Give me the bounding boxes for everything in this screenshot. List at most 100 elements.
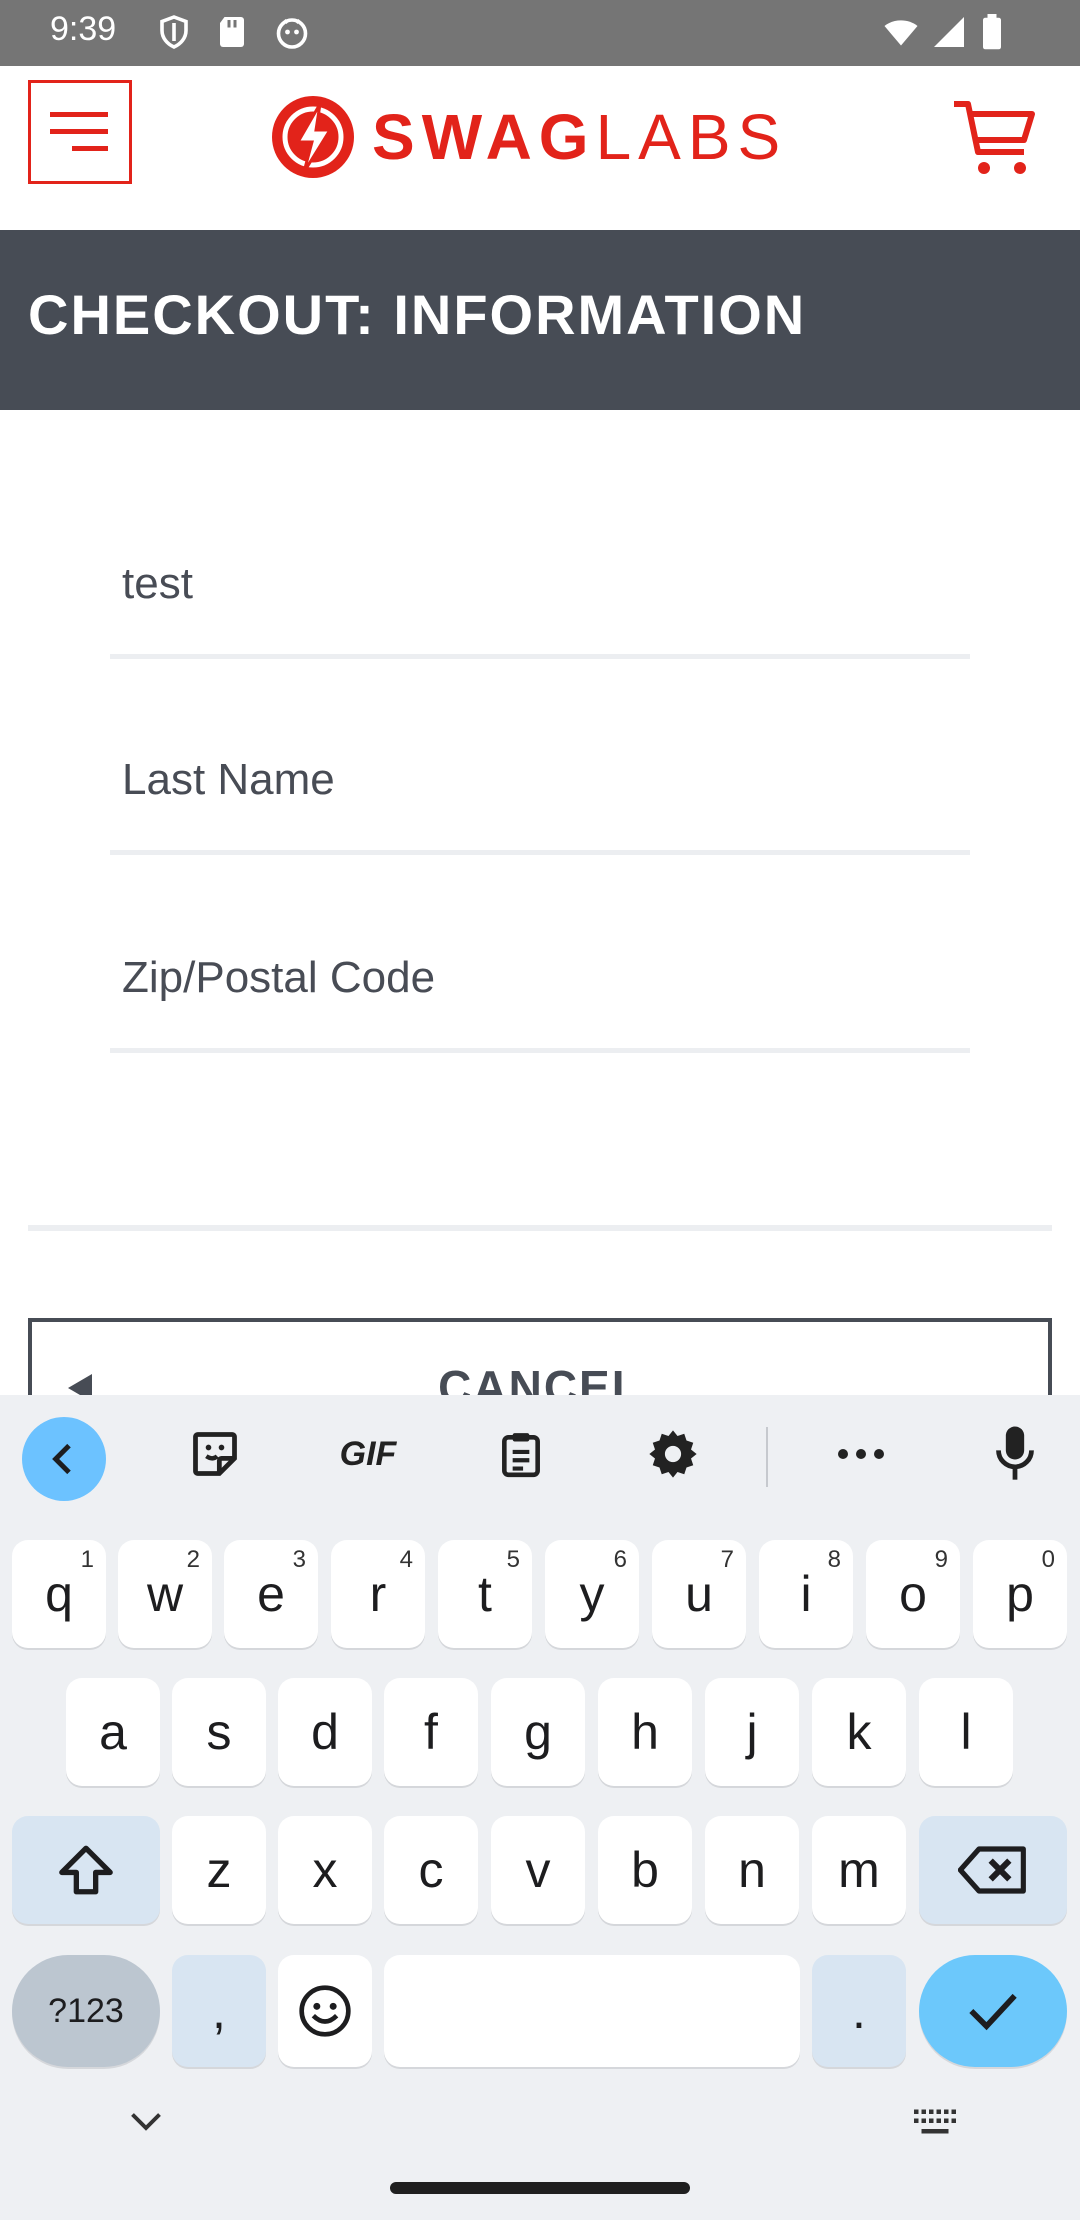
toolbar-separator: [766, 1427, 768, 1487]
zip-code-underline: [110, 1048, 970, 1053]
period-key[interactable]: .: [812, 1955, 906, 2067]
chevron-down-icon: [131, 2113, 161, 2131]
menu-button[interactable]: [28, 80, 132, 184]
key-e[interactable]: e3: [224, 1540, 318, 1648]
key-s[interactable]: s: [172, 1678, 266, 1786]
key-hint: 8: [827, 1546, 841, 1573]
system-nav-bar: [0, 2090, 1080, 2220]
cart-button[interactable]: [950, 94, 1040, 184]
gif-icon: GIF: [339, 1434, 397, 1473]
more-options-button[interactable]: [826, 1419, 896, 1489]
key-label: w: [146, 1566, 184, 1622]
key-g[interactable]: g: [491, 1678, 585, 1786]
page-title: CHECKOUT: INFORMATION: [28, 283, 807, 346]
page-title-bar: CHECKOUT: INFORMATION: [0, 230, 1080, 410]
home-gesture-handle[interactable]: [390, 2182, 690, 2194]
shift-key[interactable]: [12, 1816, 160, 1924]
microphone-icon: [996, 1426, 1034, 1480]
swag-labs-logo: SWAGLABS: [270, 92, 810, 182]
clipboard-icon: [502, 1433, 540, 1478]
last-name-input[interactable]: [110, 744, 970, 816]
android-face-icon: [276, 18, 308, 49]
key-label: e: [257, 1566, 285, 1622]
brand-bold: SWAG: [372, 101, 596, 173]
shift-arrow-icon: [59, 1845, 113, 1895]
settings-gear-icon: [649, 1430, 697, 1478]
sticker-button[interactable]: [180, 1419, 250, 1489]
key-n[interactable]: n: [705, 1816, 799, 1924]
backspace-key[interactable]: [919, 1816, 1067, 1924]
key-label: r: [369, 1566, 387, 1622]
first-name-input[interactable]: [110, 548, 970, 620]
keyboard-settings-button[interactable]: [638, 1419, 708, 1489]
app-header: SWAGLABS: [0, 66, 1080, 230]
more-dots-icon: [838, 1449, 884, 1459]
status-time: 9:39: [50, 10, 117, 48]
key-label: u: [685, 1566, 713, 1622]
last-name-underline: [110, 850, 970, 855]
key-label: p: [1006, 1566, 1034, 1622]
checkmark-icon: [969, 1993, 1017, 2031]
keyboard-icon: [914, 2109, 956, 2134]
space-key[interactable]: [384, 1955, 800, 2067]
brand-name: SWAGLABS: [372, 100, 787, 174]
key-hint: 0: [1041, 1546, 1055, 1573]
key-hint: 1: [80, 1546, 94, 1573]
key-hint: 4: [399, 1546, 413, 1573]
keyboard-switch-button[interactable]: [912, 2108, 958, 2142]
gif-button[interactable]: GIF: [332, 1419, 404, 1489]
lightning-logo-icon: [272, 96, 354, 178]
key-hint: 3: [292, 1546, 306, 1573]
key-p[interactable]: p0: [973, 1540, 1067, 1648]
key-t[interactable]: t5: [438, 1540, 532, 1648]
sticker-icon: [193, 1432, 237, 1476]
back-chevron-icon: [52, 1443, 71, 1475]
key-v[interactable]: v: [491, 1816, 585, 1924]
key-label: q: [45, 1566, 73, 1622]
key-o[interactable]: o9: [866, 1540, 960, 1648]
key-h[interactable]: h: [598, 1678, 692, 1786]
emoji-smile-icon: [299, 1985, 351, 2037]
key-u[interactable]: u7: [652, 1540, 746, 1648]
key-k[interactable]: k: [812, 1678, 906, 1786]
status-bar: 9:39: [0, 0, 1080, 66]
key-a[interactable]: a: [66, 1678, 160, 1786]
key-hint: 2: [186, 1546, 200, 1573]
key-hint: 5: [506, 1546, 520, 1573]
key-w[interactable]: w2: [118, 1540, 212, 1648]
key-z[interactable]: z: [172, 1816, 266, 1924]
key-j[interactable]: j: [705, 1678, 799, 1786]
comma-key[interactable]: ,: [172, 1955, 266, 2067]
hamburger-menu-icon: [50, 112, 108, 151]
form-divider: [28, 1225, 1052, 1231]
key-b[interactable]: b: [598, 1816, 692, 1924]
keyboard-toolbar: GIF: [0, 1395, 1080, 1515]
key-x[interactable]: x: [278, 1816, 372, 1924]
key-label: o: [899, 1566, 927, 1622]
zip-code-input[interactable]: [110, 942, 970, 1014]
symbols-key[interactable]: ?123: [12, 1955, 160, 2067]
key-f[interactable]: f: [384, 1678, 478, 1786]
key-q[interactable]: q1: [12, 1540, 106, 1648]
done-key[interactable]: [919, 1955, 1067, 2067]
sd-card-icon: [220, 17, 244, 47]
battery-icon: [983, 14, 1001, 50]
key-l[interactable]: l: [919, 1678, 1013, 1786]
key-label: i: [800, 1566, 812, 1622]
key-i[interactable]: i8: [759, 1540, 853, 1648]
key-y[interactable]: y6: [545, 1540, 639, 1648]
keyboard-back-button[interactable]: [22, 1417, 106, 1501]
emoji-key[interactable]: [278, 1955, 372, 2067]
shield-icon: [160, 15, 188, 49]
key-d[interactable]: d: [278, 1678, 372, 1786]
hide-keyboard-button[interactable]: [128, 2110, 164, 2138]
first-name-underline: [110, 654, 970, 659]
key-m[interactable]: m: [812, 1816, 906, 1924]
key-label: y: [579, 1566, 605, 1622]
key-r[interactable]: r4: [331, 1540, 425, 1648]
key-c[interactable]: c: [384, 1816, 478, 1924]
key-hint: 7: [720, 1546, 734, 1573]
key-hint: 9: [934, 1546, 948, 1573]
voice-input-button[interactable]: [980, 1419, 1050, 1489]
clipboard-button[interactable]: [486, 1419, 556, 1489]
